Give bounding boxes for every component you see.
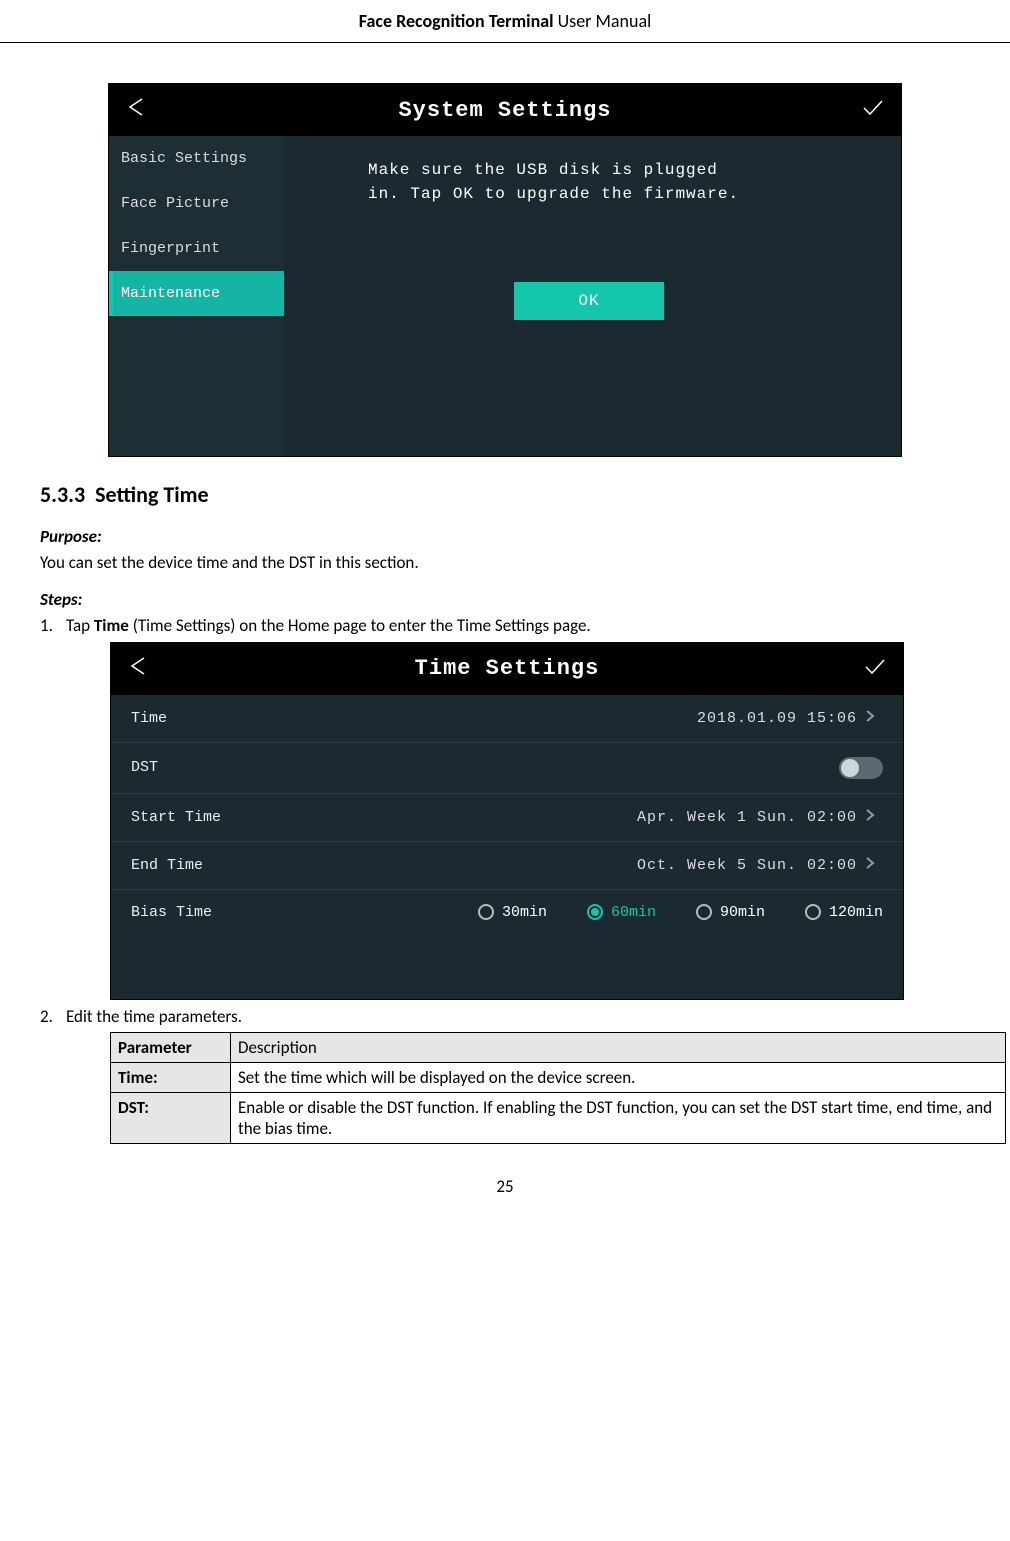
table-row: DST: Enable or disable the DST function.… (111, 1092, 1006, 1143)
step-1: 1.Tap Time (Time Settings) on the Home p… (40, 615, 970, 636)
chevron-right-icon (865, 808, 883, 827)
dst-row[interactable]: DST (111, 743, 903, 794)
table-header-parameter: Parameter (111, 1032, 231, 1062)
time-settings-screenshot: Time Settings Time 2018.01.09 15:06 DST … (110, 642, 904, 1000)
bias-30min-radio[interactable]: 30min (478, 904, 547, 921)
step-2: 2.Edit the time parameters. (40, 1006, 970, 1027)
section-heading: 5.3.3 Setting Time (40, 481, 970, 508)
bias-120min-radio[interactable]: 120min (805, 904, 883, 921)
back-icon[interactable] (111, 654, 167, 684)
header-title-bold: Face Recognition Terminal (359, 10, 554, 32)
table-row: Time: Set the time which will be display… (111, 1062, 1006, 1092)
page-header: Face Recognition Terminal User Manual (0, 0, 1010, 43)
system-settings-screenshot: System Settings Basic Settings Face Pict… (108, 83, 902, 457)
sidebar-item-basic-settings[interactable]: Basic Settings (109, 136, 284, 181)
dst-toggle[interactable] (839, 757, 883, 779)
bias-60min-radio[interactable]: 60min (587, 904, 656, 921)
screenshot1-title: System Settings (165, 98, 845, 123)
purpose-label: Purpose: (40, 526, 970, 547)
table-header-description: Description (231, 1032, 1006, 1062)
sidebar-item-maintenance[interactable]: Maintenance (109, 271, 284, 316)
chevron-right-icon (865, 856, 883, 875)
screenshot2-title: Time Settings (167, 656, 847, 681)
header-title-plain: User Manual (554, 10, 652, 32)
confirm-icon[interactable] (847, 654, 903, 684)
parameter-table: Parameter Description Time: Set the time… (110, 1032, 1006, 1144)
sidebar-item-fingerprint[interactable]: Fingerprint (109, 226, 284, 271)
time-row[interactable]: Time 2018.01.09 15:06 (111, 695, 903, 743)
back-icon[interactable] (109, 95, 165, 125)
purpose-text: You can set the device time and the DST … (40, 552, 970, 575)
bias-time-row: Bias Time 30min 60min 90min 120min (111, 890, 903, 935)
chevron-right-icon (865, 709, 883, 728)
start-time-row[interactable]: Start Time Apr. Week 1 Sun. 02:00 (111, 794, 903, 842)
confirm-icon[interactable] (845, 95, 901, 125)
page-number: 25 (0, 1144, 1010, 1211)
steps-label: Steps: (40, 589, 970, 610)
upgrade-message: Make sure the USB disk is plugged in. Ta… (368, 158, 877, 206)
ok-button[interactable]: OK (514, 282, 664, 320)
sidebar-item-face-picture[interactable]: Face Picture (109, 181, 284, 226)
table-header-row: Parameter Description (111, 1032, 1006, 1062)
end-time-row[interactable]: End Time Oct. Week 5 Sun. 02:00 (111, 842, 903, 890)
sidebar: Basic Settings Face Picture Fingerprint … (109, 136, 284, 456)
bias-90min-radio[interactable]: 90min (696, 904, 765, 921)
